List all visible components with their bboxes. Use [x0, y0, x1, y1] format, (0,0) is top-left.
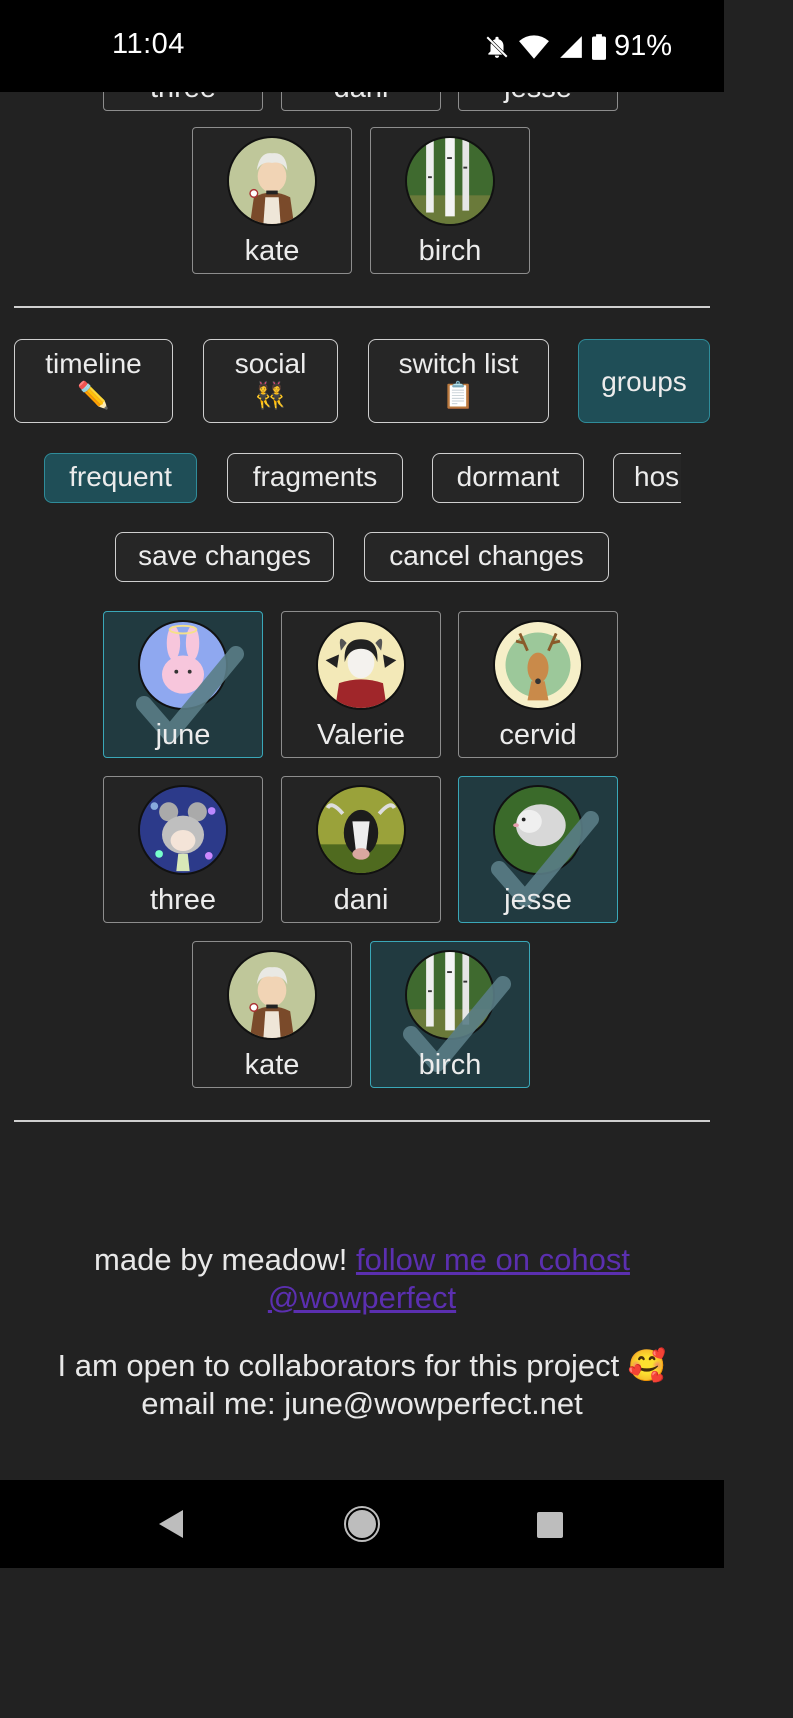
member-card-cervid[interactable]: cervid	[458, 611, 618, 758]
battery-percent: 91%	[613, 30, 672, 62]
group-label: dormant	[456, 461, 560, 492]
member-card-kate[interactable]: kate	[192, 127, 352, 274]
member-name: dani	[333, 884, 389, 916]
home-circle-icon[interactable]	[344, 1506, 380, 1547]
button-label: save changes	[138, 540, 311, 571]
bell-off-icon	[486, 35, 508, 58]
battery-icon	[591, 33, 606, 60]
back-triangle-icon[interactable]	[157, 1508, 185, 1545]
cancel-changes-button[interactable]: cancel changes	[364, 532, 609, 582]
tab-timeline[interactable]: timeline ✏️	[14, 339, 173, 423]
cell-signal-icon	[560, 35, 582, 58]
tab-groups[interactable]: groups	[578, 339, 710, 423]
email-text: email me: june@wowperfect.net	[141, 1386, 583, 1421]
kate-avatar	[227, 950, 317, 1040]
dani-avatar	[316, 785, 406, 875]
status-time: 11:04	[112, 28, 185, 60]
birch-avatar	[405, 950, 495, 1040]
tab-label: social	[234, 348, 307, 379]
member-card-jesse[interactable]: jesse	[458, 776, 618, 923]
member-name: kate	[244, 1049, 300, 1081]
wifi-icon	[519, 34, 549, 59]
member-name: three	[149, 884, 217, 916]
cohost-handle-link[interactable]: @wowperfect	[268, 1280, 456, 1315]
member-name: jesse	[504, 884, 572, 916]
tab-label: switch list	[398, 348, 519, 379]
group-label: frequent	[69, 461, 172, 492]
member-card-june[interactable]: june	[103, 611, 263, 758]
member-name: birch	[418, 1049, 482, 1081]
divider	[14, 1120, 710, 1122]
pencil-icon: ✏️	[77, 380, 110, 410]
group-fragments[interactable]: fragments	[227, 453, 403, 503]
june-avatar	[138, 620, 228, 710]
group-label: hos	[634, 461, 680, 492]
made-by-text: made by meadow!	[94, 1242, 348, 1277]
dancers-icon: 👯	[254, 380, 287, 410]
member-name: birch	[418, 235, 482, 267]
cohost-link[interactable]: follow me on cohost	[356, 1242, 630, 1277]
status-icons: 91%	[484, 30, 672, 63]
member-card-birch[interactable]: birch	[370, 127, 530, 274]
navigation-bar	[0, 1480, 724, 1568]
footer-credit: made by meadow! follow me on cohost @wow…	[0, 1241, 724, 1317]
member-card-kate[interactable]: kate	[192, 941, 352, 1088]
member-name: kate	[244, 235, 300, 267]
footer-collab: I am open to collaborators for this proj…	[0, 1347, 724, 1423]
group-label: fragments	[252, 461, 378, 492]
member-card-dani[interactable]: dani	[281, 776, 441, 923]
member-name: cervid	[499, 719, 577, 751]
group-hos[interactable]: hos	[613, 453, 681, 503]
member-name: Valerie	[316, 719, 406, 751]
save-changes-button[interactable]: save changes	[115, 532, 334, 582]
tab-label: groups	[601, 366, 687, 397]
divider	[14, 306, 710, 308]
button-label: cancel changes	[389, 540, 584, 571]
status-bar: 11:04 91%	[0, 0, 724, 92]
jesse-avatar	[493, 785, 583, 875]
group-frequent[interactable]: frequent	[44, 453, 197, 503]
clipboard-icon: 📋	[442, 380, 475, 410]
member-card-three[interactable]: three	[103, 776, 263, 923]
recents-square-icon[interactable]	[536, 1511, 564, 1544]
tab-social[interactable]: social 👯	[203, 339, 338, 423]
member-name: june	[155, 719, 211, 751]
three-avatar	[138, 785, 228, 875]
birch-avatar	[405, 136, 495, 226]
valerie-avatar	[316, 620, 406, 710]
cervid-avatar	[493, 620, 583, 710]
tab-label: timeline	[45, 348, 142, 379]
group-dormant[interactable]: dormant	[432, 453, 584, 503]
member-card-valerie[interactable]: Valerie	[281, 611, 441, 758]
tab-switch-list[interactable]: switch list 📋	[368, 339, 549, 423]
collab-text: I am open to collaborators for this proj…	[57, 1348, 667, 1383]
kate-avatar	[227, 136, 317, 226]
member-card-birch[interactable]: birch	[370, 941, 530, 1088]
